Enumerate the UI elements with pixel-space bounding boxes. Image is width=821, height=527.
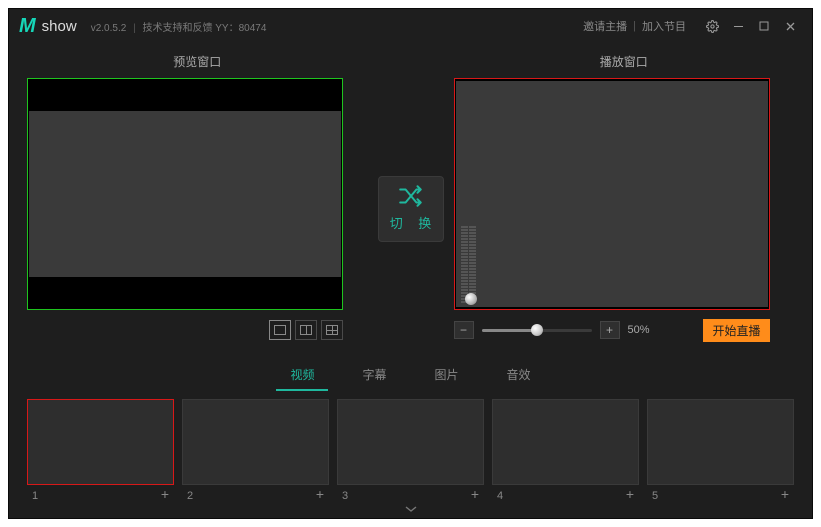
- layout-single-icon: [274, 325, 286, 335]
- layout-quad-icon: [326, 325, 338, 335]
- media-slot[interactable]: 5 +: [647, 399, 794, 485]
- volume-percent: 50%: [628, 324, 650, 336]
- slot-add-button[interactable]: +: [316, 486, 324, 502]
- version-text: v2.0.5.2: [91, 23, 127, 34]
- support-text: 技术支持和反馈 YY：80474: [142, 23, 266, 34]
- layout-pip-button[interactable]: [295, 320, 317, 340]
- media-slot[interactable]: 2 +: [182, 399, 329, 485]
- media-slot[interactable]: 4 +: [492, 399, 639, 485]
- media-tabs: 视频 字幕 图片 音效: [9, 360, 812, 391]
- window-controls: [700, 14, 802, 38]
- vu-left-channel: [461, 203, 468, 303]
- preview-window[interactable]: [27, 78, 343, 310]
- center-column: 切 换: [376, 53, 446, 344]
- switch-label: 切 换: [384, 213, 438, 232]
- version-info: v2.0.5.2 | 技术支持和反馈 YY：80474: [91, 19, 267, 34]
- slot-add-button[interactable]: +: [626, 486, 634, 502]
- chevron-down-icon: [404, 505, 418, 513]
- main-area: 预览窗口 切 换 播放窗口: [9, 43, 812, 348]
- title-bar: M show v2.0.5.2 | 技术支持和反馈 YY：80474 邀请主播 …: [9, 9, 812, 43]
- volume-slider[interactable]: [482, 323, 592, 337]
- preview-content: [29, 111, 341, 277]
- vu-meter[interactable]: [461, 203, 477, 303]
- slot-add-button[interactable]: +: [781, 486, 789, 502]
- close-button[interactable]: [778, 14, 802, 38]
- maximize-button[interactable]: [752, 14, 776, 38]
- preview-column: 预览窗口: [27, 53, 368, 344]
- slider-fill: [482, 329, 537, 332]
- play-window[interactable]: [454, 78, 770, 310]
- play-title: 播放窗口: [454, 53, 795, 70]
- slider-thumb[interactable]: [531, 324, 543, 336]
- logo-mark-icon: M: [19, 15, 36, 38]
- switch-button[interactable]: 切 换: [378, 176, 444, 242]
- vu-fader-knob[interactable]: [465, 293, 477, 305]
- preview-layout-controls: [27, 316, 343, 344]
- media-slots: 1 + 2 + 3 + 4 + 5 +: [9, 391, 812, 485]
- join-program-link[interactable]: 加入节目: [642, 18, 686, 34]
- close-icon: [785, 21, 796, 32]
- play-content: [456, 81, 768, 307]
- separator: |: [133, 23, 136, 34]
- start-live-button[interactable]: 开始直播: [703, 319, 769, 342]
- shuffle-icon: [398, 185, 424, 207]
- expand-down-button[interactable]: [9, 505, 812, 516]
- volume-up-button[interactable]: +: [600, 321, 620, 339]
- plus-icon: +: [606, 323, 613, 337]
- preview-title: 预览窗口: [27, 53, 368, 70]
- tab-video[interactable]: 视频: [276, 360, 328, 391]
- slot-add-button[interactable]: +: [161, 486, 169, 502]
- slot-number: 2: [187, 490, 193, 502]
- media-slot[interactable]: 1 +: [27, 399, 174, 485]
- settings-button[interactable]: [700, 14, 724, 38]
- media-slot[interactable]: 3 +: [337, 399, 484, 485]
- volume-down-button[interactable]: −: [454, 321, 474, 339]
- app-name: show: [42, 18, 77, 35]
- slot-number: 5: [652, 490, 658, 502]
- minus-icon: −: [460, 323, 467, 337]
- header-links: 邀请主播 | 加入节目: [583, 18, 686, 34]
- play-column: 播放窗口 −: [454, 53, 795, 344]
- app-window: M show v2.0.5.2 | 技术支持和反馈 YY：80474 邀请主播 …: [8, 8, 813, 519]
- tab-image[interactable]: 图片: [421, 360, 473, 391]
- tab-sound[interactable]: 音效: [493, 360, 545, 391]
- minimize-button[interactable]: [726, 14, 750, 38]
- slot-number: 4: [497, 490, 503, 502]
- layout-single-button[interactable]: [269, 320, 291, 340]
- app-logo: M show: [19, 15, 77, 38]
- maximize-icon: [759, 21, 769, 31]
- slot-number: 3: [342, 490, 348, 502]
- layout-pip-icon: [300, 325, 312, 335]
- tab-subtitle[interactable]: 字幕: [348, 360, 400, 391]
- invite-host-link[interactable]: 邀请主播: [583, 18, 627, 34]
- play-volume-controls: − + 50% 开始直播: [454, 316, 770, 344]
- gear-icon: [706, 20, 719, 33]
- separator: |: [633, 20, 636, 32]
- layout-quad-button[interactable]: [321, 320, 343, 340]
- slot-number: 1: [32, 490, 38, 502]
- minimize-icon: [733, 21, 744, 32]
- slot-add-button[interactable]: +: [471, 486, 479, 502]
- vu-right-channel: [469, 203, 476, 303]
